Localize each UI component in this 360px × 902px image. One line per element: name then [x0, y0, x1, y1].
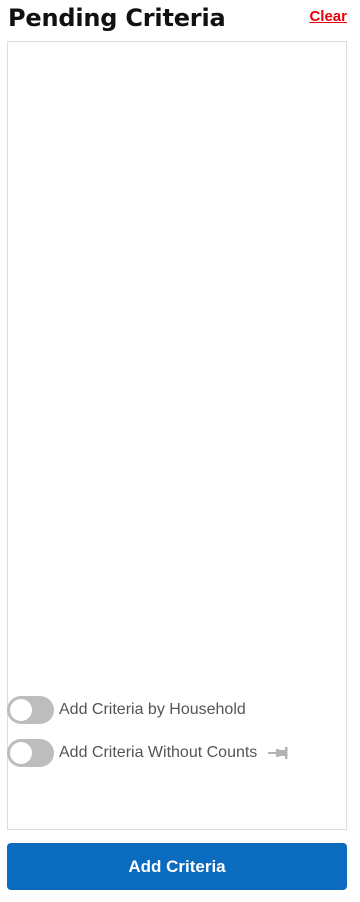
toggle-knob [10, 699, 32, 721]
add-criteria-button[interactable]: Add Criteria [7, 843, 347, 890]
pin-icon[interactable] [267, 745, 289, 761]
pending-criteria-panel: Pending Criteria Clear Add Criteria by H… [0, 0, 360, 902]
household-toggle[interactable] [7, 696, 54, 724]
household-toggle-row: Add Criteria by Household [7, 696, 246, 724]
without-counts-toggle-label: Add Criteria Without Counts [59, 744, 258, 761]
without-counts-toggle-row: Add Criteria Without Counts [7, 739, 289, 767]
page-title: Pending Criteria [8, 4, 226, 32]
toggle-knob [10, 742, 32, 764]
household-toggle-label: Add Criteria by Household [59, 701, 246, 718]
clear-link[interactable]: Clear [309, 8, 347, 26]
without-counts-toggle[interactable] [7, 739, 54, 767]
